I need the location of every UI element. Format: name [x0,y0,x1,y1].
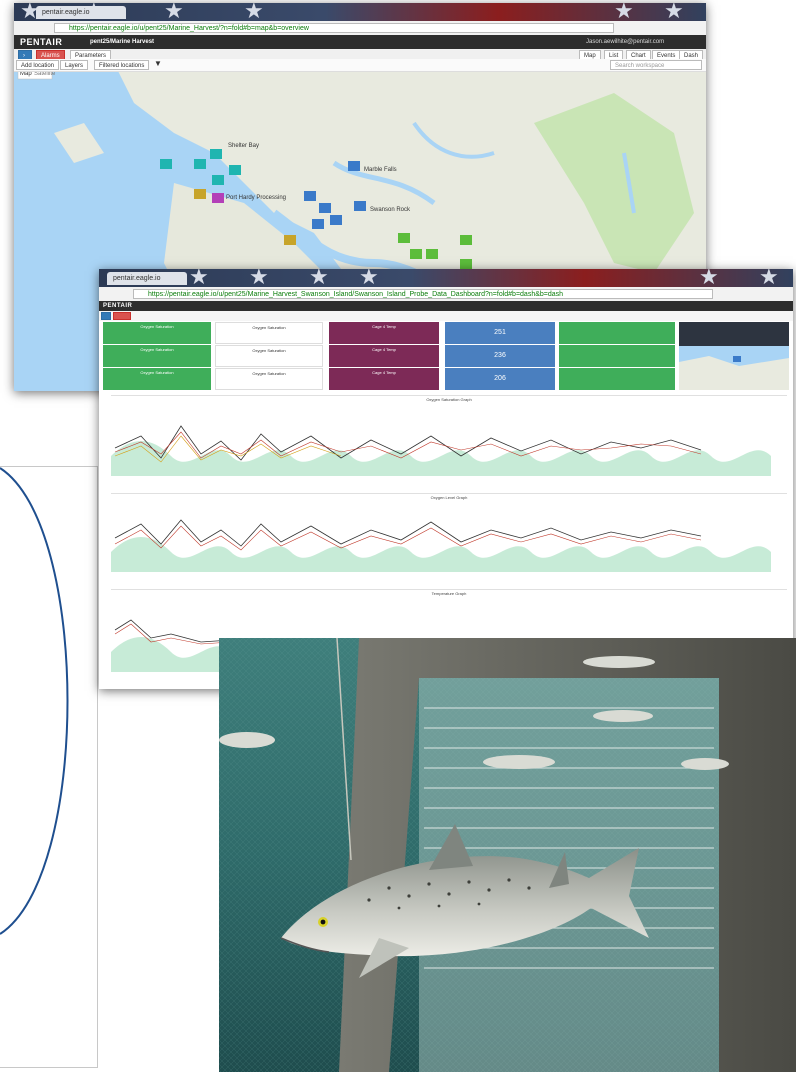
title-bar: ★ ★ ★ ★ ★ ★ pentair.eagle.io [99,269,793,289]
map-label: Shelter Bay [228,143,260,149]
map-label: Swanson Rock [370,207,411,213]
gauge-tile: Oxygen Saturation [103,368,211,390]
gauge-tile: Oxygen Saturation [103,345,211,367]
gauge-tile: Oxygen Saturation [215,322,323,344]
app-header: PENTAIR pent25/Marine Harvest Jason.aewi… [14,35,706,49]
oxygen-level-chart: Oxygen Level Graph [111,493,787,586]
gauge-tile: Oxygen Saturation [215,345,323,367]
url-field[interactable]: https://pentair.eagle.io/u/pent25/Marine… [133,289,713,299]
temp-tile: Cage 4 Temp [329,322,439,344]
filter-icon[interactable]: ▼ [154,59,162,68]
title-bar: ★ ★ ★ ★ ★ ★ pentair.eagle.io [14,3,706,23]
map-label: Marble Falls [364,167,397,173]
temp-tile: Cage 4 Temp [329,345,439,367]
value-tile: 251 [445,322,555,344]
filter-button[interactable]: Filtered locations [94,60,150,70]
browser-tab[interactable]: pentair.eagle.io [107,272,187,285]
alarms-button[interactable] [113,312,131,320]
oxygen-saturation-chart: Oxygen Saturation Graph [111,395,787,490]
alarm-table-tile [559,345,675,367]
mini-map[interactable] [679,322,789,390]
address-bar: https://pentair.eagle.io/u/pent25/Marine… [14,21,706,36]
browser-tab[interactable]: pentair.eagle.io [36,6,126,19]
alarm-table-tile [559,368,675,390]
search-input[interactable]: Search workspace [610,60,702,70]
gauge-tile: Oxygen Saturation [103,322,211,344]
app-logo: PENTAIR [103,303,133,309]
temp-tile: Cage 4 Temp [329,368,439,390]
gauge-tile: Oxygen Saturation [215,368,323,390]
layers-button[interactable]: Layers [60,60,89,70]
app-logo: PENTAIR [20,37,63,47]
alarm-table-tile [559,322,675,344]
chevron-icon[interactable] [101,312,111,320]
add-location-button[interactable]: Add location [16,60,60,70]
value-tile: 206 [445,368,555,390]
url-field[interactable]: https://pentair.eagle.io/u/pent25/Marine… [54,23,614,33]
app-header: PENTAIR [99,301,793,311]
address-bar: https://pentair.eagle.io/u/pent25/Marine… [99,287,793,302]
sub-toolbar: Add location Layers Filtered locations ▼… [14,59,706,72]
dashboard-browser-window: ★ ★ ★ ★ ★ ★ pentair.eagle.io https://pen… [99,269,793,689]
user-name[interactable]: Jason.aewilhite@pentair.com [586,35,664,49]
value-tile: 236 [445,345,555,367]
salmon-pen-render [219,637,796,1072]
salmon-illustration [219,637,796,1072]
map-label: Port Hardy Processing [226,195,287,201]
workspace-name[interactable]: pent25/Marine Harvest [90,35,154,49]
